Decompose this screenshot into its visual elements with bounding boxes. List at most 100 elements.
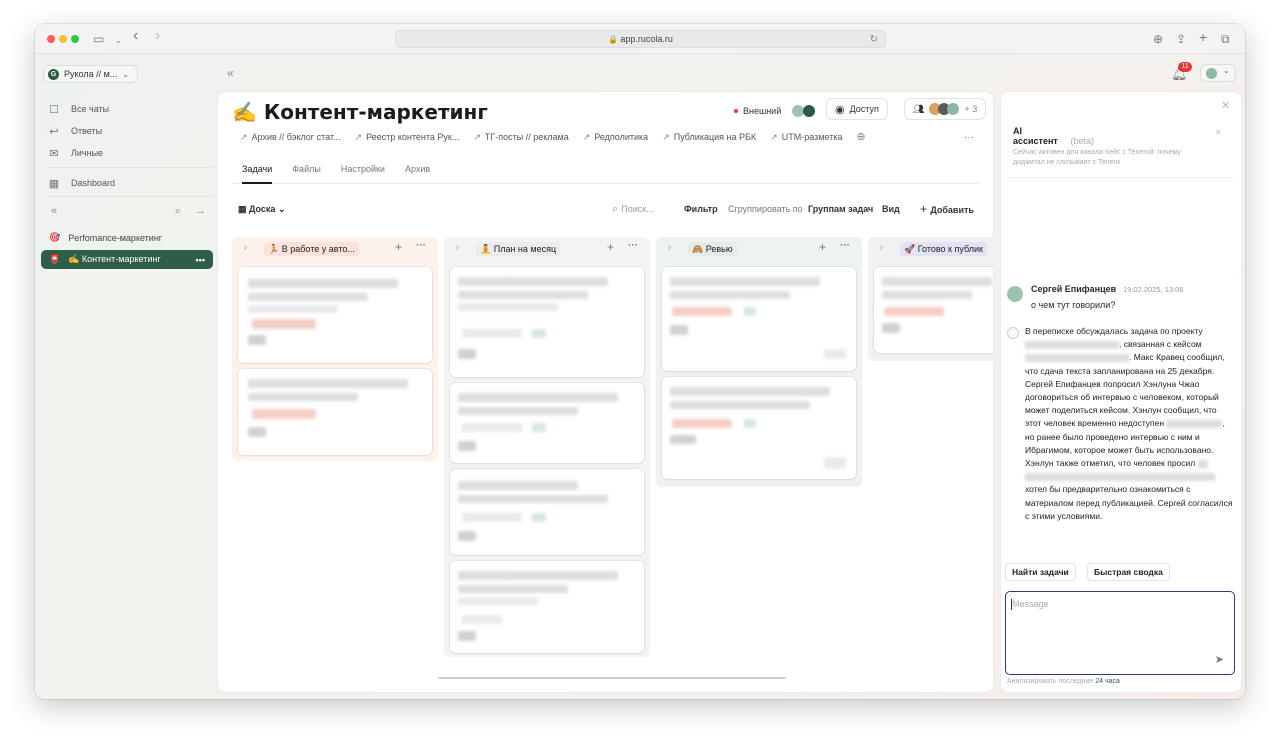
tabs-overview-icon[interactable]: ⧉ bbox=[1221, 31, 1230, 47]
minimize-window-button[interactable] bbox=[59, 35, 67, 43]
download-icon[interactable]: ⊕ bbox=[1153, 31, 1163, 47]
task-card[interactable] bbox=[238, 267, 432, 363]
visibility-badge[interactable]: Внешний bbox=[730, 100, 820, 122]
project-label: Perfomance-маркетинг bbox=[68, 232, 163, 243]
nav-dashboard[interactable]: ▦ Dashboard bbox=[47, 176, 115, 190]
address-bar[interactable]: 🔒 app.rucola.ru ↻ bbox=[395, 30, 886, 48]
ai-assistant-panel: ✕ AI ассистент (beta) ✕ Сейчас активен д… bbox=[1001, 92, 1241, 692]
links-more-icon[interactable]: ··· bbox=[964, 132, 974, 143]
members-count: + 3 bbox=[964, 104, 978, 114]
view-options-button[interactable]: Вид bbox=[882, 202, 900, 216]
zoom-window-button[interactable] bbox=[71, 35, 79, 43]
pinned-link[interactable]: ↗ Публикация на РБК bbox=[662, 132, 756, 146]
board-column: › 🚀 Готово к публик bbox=[868, 237, 993, 361]
find-tasks-chip[interactable]: Найти задачи bbox=[1005, 563, 1076, 581]
reload-icon[interactable]: ↻ bbox=[870, 31, 878, 48]
redacted-avatar bbox=[458, 441, 476, 451]
dashboard-icon: ▦ bbox=[48, 177, 60, 190]
tab-tasks[interactable]: Задачи bbox=[242, 160, 273, 184]
column-title-tag[interactable]: 🧘 План на месяц bbox=[476, 242, 561, 256]
link-arrow-icon: ↗ bbox=[354, 132, 363, 142]
members-button[interactable]: 👥︎ + 3 bbox=[904, 98, 987, 120]
sidebar-item-content-marketing[interactable]: 📮 ✍️ Контент-маркетинг ••• bbox=[41, 250, 213, 269]
redacted-tag bbox=[462, 615, 502, 624]
add-task-button[interactable]: + Добавить bbox=[920, 202, 974, 217]
title-more-icon[interactable]: ··· bbox=[446, 103, 459, 118]
url-text: app.rucola.ru bbox=[620, 34, 673, 44]
user-menu[interactable]: ⌄ bbox=[1200, 64, 1236, 82]
task-card[interactable] bbox=[662, 377, 856, 479]
column-more-icon[interactable]: ··· bbox=[416, 240, 426, 251]
pinned-link[interactable]: ↗ Архив // бэклог стат... bbox=[240, 132, 341, 146]
chevron-right-icon[interactable]: › bbox=[456, 242, 459, 252]
access-button[interactable]: ◉ Доступ bbox=[826, 98, 888, 120]
add-card-icon[interactable]: + bbox=[819, 240, 826, 254]
chevron-right-icon[interactable]: › bbox=[880, 242, 883, 252]
pinned-link[interactable]: ↗ Редполитика bbox=[583, 132, 648, 146]
task-card[interactable] bbox=[874, 267, 993, 353]
column-more-icon[interactable]: ··· bbox=[628, 240, 638, 251]
task-card[interactable] bbox=[238, 369, 432, 455]
redacted-tag bbox=[252, 319, 316, 329]
tab-settings[interactable]: Настройки bbox=[341, 160, 385, 184]
forward-icon[interactable]: › bbox=[155, 28, 160, 44]
column-title-tag[interactable]: 🏃 В работе у авто... bbox=[264, 242, 359, 256]
members-icon: 👥︎ bbox=[913, 103, 925, 114]
horizontal-scrollbar[interactable] bbox=[438, 677, 786, 679]
nav-replies[interactable]: ↩ Ответы bbox=[47, 124, 102, 138]
search-placeholder: Поиск... bbox=[621, 204, 654, 214]
tab-files[interactable]: Файлы bbox=[292, 160, 321, 184]
task-card[interactable] bbox=[450, 561, 644, 653]
sidebar-toggle-icon[interactable]: ▭ bbox=[93, 31, 104, 47]
search-field[interactable]: ⌕ Поиск... bbox=[612, 202, 654, 216]
tab-archive[interactable]: Архив bbox=[405, 160, 430, 184]
dismiss-icon[interactable]: ✕ bbox=[1215, 128, 1222, 137]
task-card[interactable] bbox=[662, 267, 856, 371]
ai-avatar-icon bbox=[1007, 327, 1019, 339]
task-card[interactable] bbox=[450, 469, 644, 555]
pinned-link[interactable]: ↗ ТГ-посты // реклама bbox=[473, 132, 568, 146]
add-card-icon[interactable]: + bbox=[607, 240, 614, 254]
task-card[interactable] bbox=[450, 383, 644, 463]
send-icon[interactable]: ➤ bbox=[1215, 653, 1224, 666]
chevron-right-icon[interactable]: › bbox=[668, 242, 671, 252]
chevron-down-icon[interactable]: ⌄ bbox=[115, 33, 122, 49]
sidebar-item-performance[interactable]: 🎯 Perfomance-маркетинг bbox=[41, 228, 213, 247]
collapse-projects-icon[interactable]: « bbox=[51, 205, 57, 217]
reply-icon: ↩ bbox=[49, 125, 59, 138]
chevron-right-icon[interactable]: › bbox=[244, 242, 247, 252]
new-tab-icon[interactable]: + bbox=[1199, 29, 1207, 45]
chevron-down-icon: ⌄ bbox=[1223, 66, 1230, 75]
close-icon[interactable]: ✕ bbox=[1221, 99, 1230, 112]
task-card[interactable] bbox=[450, 267, 644, 377]
close-window-button[interactable] bbox=[47, 35, 55, 43]
nav-personal[interactable]: ✉ Личные bbox=[47, 146, 103, 160]
back-icon[interactable]: ‹ bbox=[133, 28, 138, 44]
column-title-tag[interactable]: 🙈 Ревью bbox=[688, 242, 737, 256]
pinned-link[interactable]: ↗ Реестр контента Рук... bbox=[355, 132, 460, 146]
group-by-select[interactable]: Группам задач bbox=[808, 202, 873, 216]
collapse-sidebar-icon[interactable]: « bbox=[227, 66, 234, 80]
message-input[interactable]: Message ➤ bbox=[1005, 591, 1235, 675]
pinned-link[interactable]: ↗ UTM-разметка bbox=[770, 132, 842, 146]
share-icon[interactable]: ⇪ bbox=[1176, 31, 1186, 47]
avatar bbox=[1007, 286, 1023, 302]
search-icon[interactable]: ⌕ bbox=[175, 205, 181, 218]
column-title-tag[interactable]: 🚀 Готово к публик bbox=[900, 242, 987, 256]
redacted-text bbox=[458, 481, 578, 490]
filter-button[interactable]: Фильтр bbox=[684, 202, 718, 216]
rocket-icon: 🚀 bbox=[904, 244, 916, 254]
add-card-icon[interactable]: + bbox=[395, 240, 402, 254]
redacted-tag bbox=[672, 307, 732, 316]
message-time: 19.02.2025, 13:06 bbox=[1123, 285, 1184, 294]
nav-all-chats[interactable]: ☐ Все чаты bbox=[47, 102, 109, 116]
pinned-links: ↗ Архив // бэклог стат... ↗ Реестр контент… bbox=[240, 130, 866, 146]
add-link-icon[interactable]: ⊕ bbox=[856, 130, 865, 146]
view-switcher[interactable]: ▦ Доска ⌄ bbox=[238, 202, 285, 216]
workspace-selector[interactable]: G Рукола // м... ⌄ bbox=[43, 65, 138, 83]
more-icon[interactable]: ••• bbox=[196, 255, 205, 265]
analyze-range-select[interactable]: 24 часа bbox=[1095, 678, 1120, 685]
column-more-icon[interactable]: ··· bbox=[840, 240, 850, 251]
arrow-right-icon[interactable]: → bbox=[195, 205, 206, 217]
quick-summary-chip[interactable]: Быстрая сводка bbox=[1087, 563, 1170, 581]
